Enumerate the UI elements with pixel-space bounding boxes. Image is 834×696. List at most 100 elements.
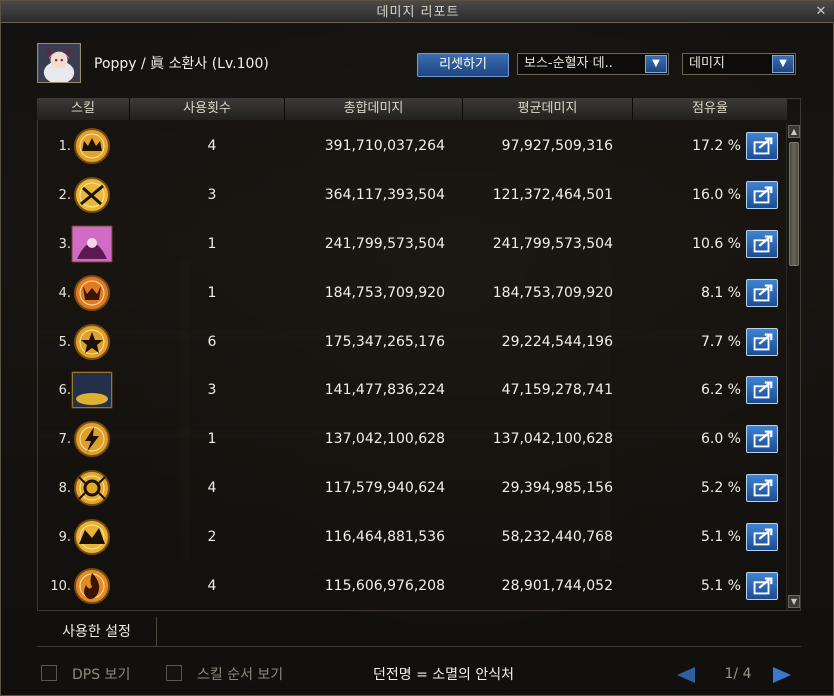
row-average-damage: 184,753,709,920 <box>492 284 613 301</box>
row-rank: 10. <box>50 579 71 595</box>
damage-report-window: 데미지 리포트 ✕ Poppy / 眞 소환사 (Lv.100) 리셋하기 보스… <box>0 0 834 696</box>
row-share: 5.2 % <box>700 480 741 497</box>
table-row[interactable]: 9. 2 116,464,881,536 58,232,440,768 5.1 … <box>37 513 787 562</box>
skill-detail-button[interactable] <box>746 572 778 601</box>
row-average-damage: 28,901,744,052 <box>501 578 613 595</box>
skill-detail-button[interactable] <box>746 425 778 454</box>
row-total-damage: 137,042,100,628 <box>324 431 445 448</box>
row-average-damage: 137,042,100,628 <box>492 431 613 448</box>
skill-table-body: 1. 4 391,710,037,264 97,927,509,316 17.2… <box>37 122 787 610</box>
skill-detail-button[interactable] <box>746 278 778 307</box>
crown-sigil-icon <box>71 127 113 165</box>
scrollbar[interactable]: ▲ ▼ <box>786 123 800 610</box>
chevron-down-icon[interactable]: ▼ <box>645 55 667 73</box>
export-icon <box>753 333 773 350</box>
export-icon <box>753 479 773 497</box>
skill-order-label: 스킬 순서 보기 <box>197 667 284 683</box>
row-total-damage: 184,753,709,920 <box>324 284 445 301</box>
row-use-count: 1 <box>207 431 217 448</box>
boss-select[interactable]: 보스-순혈자 데.. ▼ <box>517 53 669 75</box>
row-rank: 8. <box>58 481 71 497</box>
header-count[interactable]: 사용횟수 <box>130 98 285 120</box>
row-share: 10.6 % <box>692 235 741 252</box>
table-row[interactable]: 2. 3 364,117,393,504 121,372,464,501 16.… <box>37 171 787 220</box>
row-share: 7.7 % <box>700 333 741 350</box>
table-row[interactable]: 8. 4 117,579,940,624 29,394,985,156 5.2 … <box>37 464 787 513</box>
row-rank: 1. <box>58 139 71 154</box>
demon-sigil-icon <box>71 274 113 312</box>
table-row[interactable]: 7. 1 137,042,100,628 137,042,100,628 6.0… <box>37 415 787 464</box>
skill-order-checkbox[interactable] <box>166 665 182 681</box>
scroll-thumb[interactable] <box>789 142 799 266</box>
skill-detail-button[interactable] <box>746 474 778 503</box>
row-rank: 9. <box>58 530 71 546</box>
skill-detail-button[interactable] <box>746 229 778 258</box>
row-total-damage: 364,117,393,504 <box>324 186 445 203</box>
row-share: 6.0 % <box>700 431 741 448</box>
tab-used-settings[interactable]: 사용한 설정 <box>37 617 157 647</box>
character-avatar <box>37 43 81 83</box>
row-total-damage: 115,606,976,208 <box>324 578 445 595</box>
slash-sigil-icon <box>71 176 113 214</box>
row-share: 5.1 % <box>700 529 741 546</box>
scroll-up-button[interactable]: ▲ <box>788 125 800 138</box>
row-share: 16.0 % <box>692 186 741 203</box>
row-rank: 6. <box>58 383 71 399</box>
title-bar[interactable]: 데미지 리포트 ✕ <box>1 1 834 23</box>
row-total-damage: 117,579,940,624 <box>324 480 445 497</box>
row-share: 5.1 % <box>700 578 741 595</box>
boss-select-value: 보스-순혈자 데.. <box>524 56 613 71</box>
row-average-damage: 29,394,985,156 <box>501 480 613 497</box>
pink-summon-icon <box>71 225 113 263</box>
skill-detail-button[interactable] <box>746 180 778 209</box>
table-row[interactable]: 1. 4 391,710,037,264 97,927,509,316 17.2… <box>37 122 787 171</box>
export-icon <box>753 430 773 448</box>
table-row[interactable]: 5. 6 175,347,265,176 29,224,544,196 7.7 … <box>37 318 787 367</box>
row-use-count: 2 <box>207 529 217 546</box>
export-icon <box>753 137 773 155</box>
export-icon <box>753 577 773 595</box>
scroll-down-button[interactable]: ▼ <box>788 595 800 608</box>
header-share[interactable]: 점유율 <box>633 98 787 120</box>
skill-detail-button[interactable] <box>746 132 778 160</box>
star-sigil-icon <box>71 323 113 361</box>
row-use-count: 4 <box>207 480 217 497</box>
row-use-count: 3 <box>207 186 217 203</box>
skill-detail-button[interactable] <box>746 327 778 356</box>
row-share: 17.2 % <box>692 138 741 154</box>
skill-detail-button[interactable] <box>746 376 778 405</box>
dps-view-checkbox[interactable] <box>41 665 57 681</box>
ring-sigil-icon <box>71 469 113 507</box>
report-type-select[interactable]: 데미지 ▼ <box>682 53 796 75</box>
close-icon: ✕ <box>815 4 827 19</box>
report-type-value: 데미지 <box>689 56 725 71</box>
reset-button[interactable]: 리셋하기 <box>417 53 509 77</box>
skill-detail-button[interactable] <box>746 523 778 552</box>
header-average-damage[interactable]: 평균데미지 <box>463 98 633 120</box>
export-icon <box>753 381 773 399</box>
table-header: 스킬 사용횟수 총합데미지 평균데미지 점유율 <box>37 98 787 120</box>
row-average-damage: 241,799,573,504 <box>492 235 613 252</box>
table-row[interactable]: 10. 4 115,606,976,208 28,901,744,052 5.1… <box>37 562 787 611</box>
table-row[interactable]: 3. 1 241,799,573,504 241,799,573,504 10.… <box>37 220 787 269</box>
dungeon-name: 던전명 = 소멸의 안식처 <box>373 667 515 683</box>
table-row[interactable]: 6. 3 141,477,836,224 47,159,278,741 6.2 … <box>37 366 787 415</box>
table-row[interactable]: 4. 1 184,753,709,920 184,753,709,920 8.1… <box>37 269 787 318</box>
row-average-damage: 29,224,544,196 <box>501 333 613 350</box>
row-rank: 2. <box>58 187 71 203</box>
export-icon <box>753 284 773 302</box>
row-total-damage: 141,477,836,224 <box>324 382 445 399</box>
row-average-damage: 121,372,464,501 <box>492 186 613 203</box>
prev-page-icon[interactable] <box>677 667 695 683</box>
chevron-down-icon[interactable]: ▼ <box>772 55 794 73</box>
row-total-damage: 116,464,881,536 <box>324 529 445 546</box>
row-total-damage: 391,710,037,264 <box>324 138 445 154</box>
row-share: 8.1 % <box>700 284 741 301</box>
next-page-icon[interactable] <box>773 667 791 683</box>
row-rank: 5. <box>58 334 71 350</box>
header-skill[interactable]: 스킬 <box>37 98 130 120</box>
character-info: Poppy / 眞 소환사 (Lv.100) <box>94 56 269 72</box>
header-total-damage[interactable]: 총합데미지 <box>285 98 463 120</box>
close-button[interactable]: ✕ <box>813 4 829 20</box>
row-use-count: 3 <box>207 382 217 399</box>
